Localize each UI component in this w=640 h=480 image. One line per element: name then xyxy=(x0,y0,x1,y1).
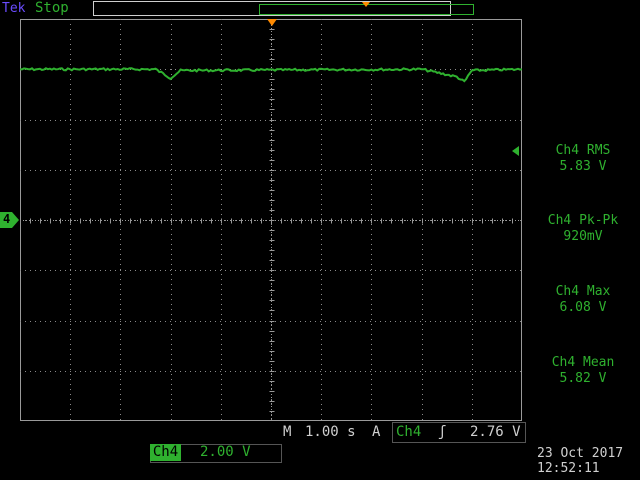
measurement-value: 6.08 V xyxy=(559,300,607,315)
graticule xyxy=(20,19,522,421)
measurement-pk-pk[interactable]: Ch4 Pk-Pk 920mV xyxy=(526,213,640,245)
trigger-position-marker-icon[interactable] xyxy=(267,19,277,26)
acquisition-status: Stop xyxy=(35,0,69,16)
measurement-mean[interactable]: Ch4 Mean 5.82 V xyxy=(526,355,640,387)
channel-tag: Ch4 xyxy=(150,444,181,461)
timebase-value[interactable]: 1.00 s xyxy=(305,424,356,440)
bottom-info-bar: M 1.00 s A Ch4 ʃ 2.76 V Ch4 2.00 V 23 Oc… xyxy=(0,422,640,480)
measurement-label: Ch4 RMS xyxy=(555,143,611,158)
top-status-bar: Tek Stop xyxy=(0,0,640,18)
measurement-rms[interactable]: Ch4 RMS 5.83 V xyxy=(526,143,640,175)
date-readout: 23 Oct 2017 xyxy=(537,446,624,461)
channel-scale-value: 2.00 V xyxy=(200,444,251,460)
trigger-level-icon[interactable] xyxy=(512,146,519,156)
brand-logo: Tek xyxy=(2,1,26,16)
trigger-position-icon xyxy=(362,2,370,7)
trigger-level-value[interactable]: 2.76 V xyxy=(470,424,521,440)
trigger-slope-icon: ʃ xyxy=(438,424,447,440)
record-length-bar xyxy=(93,1,474,16)
time-readout: 12:52:11 xyxy=(537,461,600,476)
trigger-mode: A xyxy=(372,424,381,440)
measurement-label: Ch4 Pk-Pk xyxy=(547,213,619,228)
ch4-ground-marker[interactable]: 4 xyxy=(0,212,20,228)
measurement-value: 5.83 V xyxy=(559,159,607,174)
measurement-value: 920mV xyxy=(563,229,603,244)
measurement-label: Ch4 Mean xyxy=(551,355,615,370)
trigger-source[interactable]: Ch4 xyxy=(396,424,421,440)
waveform-display[interactable] xyxy=(20,19,522,421)
ch4-ground-label: 4 xyxy=(3,212,11,226)
measurement-label: Ch4 Max xyxy=(555,284,611,299)
measurement-max[interactable]: Ch4 Max 6.08 V xyxy=(526,284,640,316)
timebase-prefix: M xyxy=(283,424,292,440)
measurement-value: 5.82 V xyxy=(559,371,607,386)
